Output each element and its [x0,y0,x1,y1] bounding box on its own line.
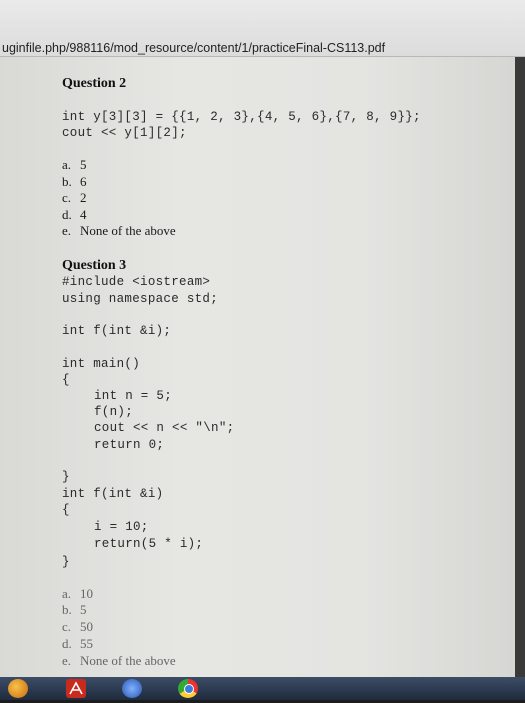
q3-option-d: d. 55 [62,636,93,651]
browser-address-bar[interactable]: uginfile.php/988116/mod_resource/content… [0,0,525,57]
q3-code-line: return(5 * i); [94,537,204,551]
q3-option-c: c. 50 [62,619,93,634]
q3-code-line: } [62,470,70,484]
q3-code-line: int f(int &i); [62,324,172,338]
q3-code-line: #include <iostream> [62,275,211,289]
chrome-icon[interactable] [178,679,198,698]
q2-option-c: c. 2 [62,190,87,205]
q3-code-line: } [62,555,70,569]
q3-option-b: b. 5 [62,602,87,617]
q3-code-line: int main() [62,357,141,371]
q3-code-line: int f(int &i) [62,487,164,501]
ie-icon[interactable] [8,679,28,698]
q3-option-a: a. 10 [62,586,93,601]
q3-code-line: int n = 5; [94,389,173,403]
q3-code-line: { [62,503,70,517]
q3-code-line: f(n); [94,405,134,419]
q2-code-line: cout << y[1][2]; [62,126,187,140]
q2-option-a: a. 5 [62,157,87,172]
q3-option-e: e. None of the above [62,653,176,668]
q3-code-line: i = 10; [94,520,149,534]
q3-code-line: return 0; [94,438,165,452]
q2-option-b: b. 6 [62,174,87,189]
q2-code-line: int y[3][3] = {{1, 2, 3},{4, 5, 6},{7, 8… [62,110,421,124]
url-text[interactable]: uginfile.php/988116/mod_resource/content… [2,41,385,55]
q3-code-line: cout << n << "\n"; [94,421,235,435]
q3-code-line: { [62,373,70,387]
scrollbar[interactable] [515,57,525,677]
question-3-title: Question 3 [62,258,127,273]
media-icon[interactable] [122,679,142,698]
q3-code-line: using namespace std; [62,292,219,306]
q2-option-e: e. None of the above [62,223,176,238]
q2-option-d: d. 4 [62,207,87,222]
question-2-title: Question 2 [62,76,127,91]
pdf-reader-icon[interactable] [66,679,86,698]
taskbar [0,677,525,700]
